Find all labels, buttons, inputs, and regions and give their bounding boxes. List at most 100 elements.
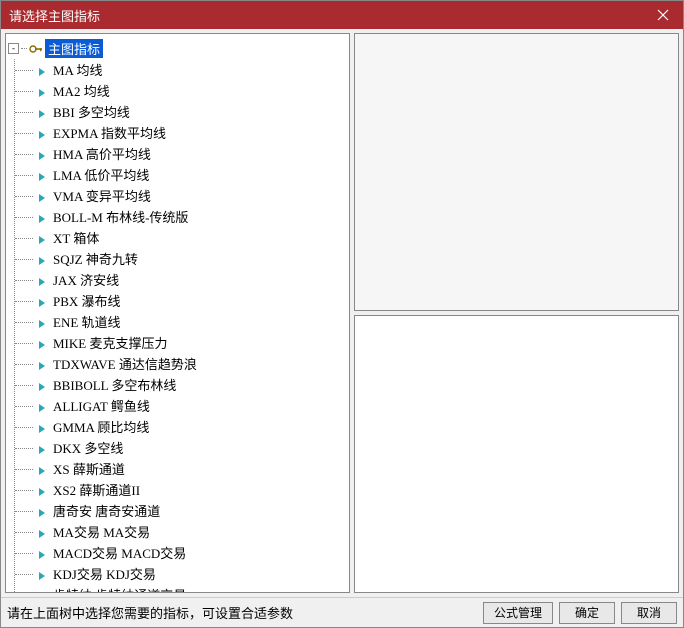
tree-branch: [15, 212, 37, 222]
tree-item-label: XT 箱体: [51, 228, 101, 247]
tree-item[interactable]: TDXWAVE 通达信趋势浪: [15, 353, 347, 374]
leaf-icon: [37, 107, 47, 117]
tree-item-label: MA交易 MA交易: [51, 522, 152, 541]
tree-item-label: BOLL-M 布林线-传统版: [51, 207, 190, 226]
tree-branch: [15, 170, 37, 180]
tree-item[interactable]: HMA 高价平均线: [15, 143, 347, 164]
footer-hint: 请在上面树中选择您需要的指标，可设置合适参数: [7, 603, 477, 622]
leaf-icon: [37, 128, 47, 138]
tree-branch: [15, 65, 37, 75]
tree-branch: [15, 506, 37, 516]
tree-item-label: ENE 轨道线: [51, 312, 123, 331]
leaf-icon: [37, 359, 47, 369]
main-area: - 主图指标 MA 均线 MA2 均线 BBI 多空均线EXPMA 指数平均线HMA…: [1, 29, 683, 597]
leaf-icon: [37, 191, 47, 201]
tree-item[interactable]: XT 箱体: [15, 227, 347, 248]
title-bar: 请选择主图指标: [1, 1, 683, 29]
tree-item-label: TDXWAVE 通达信趋势浪: [51, 354, 199, 373]
tree-item[interactable]: XS2 薛斯通道II: [15, 479, 347, 500]
tree-item-label: MA 均线: [51, 60, 104, 79]
tree-item-label: BBI 多空均线: [51, 102, 132, 121]
tree-item-label: DKX 多空线: [51, 438, 125, 457]
tree-branch: [15, 359, 37, 369]
tree-item[interactable]: 肯特纳 肯特纳通道交易: [15, 584, 347, 593]
tree-item[interactable]: ENE 轨道线: [15, 311, 347, 332]
tree-item[interactable]: MA交易 MA交易: [15, 521, 347, 542]
tree-item-label: SQJZ 神奇九转: [51, 249, 140, 268]
tree-item-label: PBX 瀑布线: [51, 291, 123, 310]
tree-branch: [15, 86, 37, 96]
tree-item[interactable]: PBX 瀑布线: [15, 290, 347, 311]
tree-item[interactable]: 唐奇安 唐奇安通道: [15, 500, 347, 521]
tree-item[interactable]: ALLIGAT 鳄鱼线: [15, 395, 347, 416]
params-pane: [354, 315, 679, 593]
cancel-button[interactable]: 取消: [621, 602, 677, 624]
leaf-icon: [37, 86, 47, 96]
tree-children: MA 均线 MA2 均线 BBI 多空均线EXPMA 指数平均线HMA 高价平均线L…: [14, 59, 347, 593]
leaf-icon: [37, 422, 47, 432]
tree-item-label: XS 薛斯通道: [51, 459, 127, 478]
leaf-icon: [37, 548, 47, 558]
leaf-icon: [37, 212, 47, 222]
tree-item[interactable]: VMA 变异平均线: [15, 185, 347, 206]
tree-item[interactable]: XS 薛斯通道: [15, 458, 347, 479]
tree-item-label: MA2 均线: [51, 81, 112, 100]
tree-item[interactable]: BBI 多空均线: [15, 101, 347, 122]
collapse-icon[interactable]: -: [8, 43, 19, 54]
close-button[interactable]: [643, 1, 683, 29]
tree-item-label: GMMA 顾比均线: [51, 417, 151, 436]
leaf-icon: [37, 254, 47, 264]
tree-root-label[interactable]: 主图指标: [45, 39, 103, 58]
tree-item[interactable]: EXPMA 指数平均线: [15, 122, 347, 143]
formula-manage-button[interactable]: 公式管理: [483, 602, 553, 624]
tree-branch: [15, 128, 37, 138]
tree-item-label: MIKE 麦克支撑压力: [51, 333, 169, 352]
leaf-icon: [37, 65, 47, 75]
tree-item[interactable]: MA2 均线: [15, 80, 347, 101]
tree-item[interactable]: MACD交易 MACD交易: [15, 542, 347, 563]
tree-item-label: BBIBOLL 多空布林线: [51, 375, 178, 394]
tree-item[interactable]: MIKE 麦克支撑压力: [15, 332, 347, 353]
tree-item[interactable]: MA 均线: [15, 59, 347, 80]
tree-branch: [15, 275, 37, 285]
tree-item[interactable]: BOLL-M 布林线-传统版: [15, 206, 347, 227]
leaf-icon: [37, 338, 47, 348]
tree-branch: [15, 569, 37, 579]
tree-branch: [15, 149, 37, 159]
tree-item[interactable]: JAX 济安线: [15, 269, 347, 290]
leaf-icon: [37, 401, 47, 411]
tree-item-label: LMA 低价平均线: [51, 165, 151, 184]
ok-button[interactable]: 确定: [559, 602, 615, 624]
leaf-icon: [37, 527, 47, 537]
tree-connector: [21, 48, 27, 49]
tree-item[interactable]: GMMA 顾比均线: [15, 416, 347, 437]
footer-bar: 请在上面树中选择您需要的指标，可设置合适参数 公式管理 确定 取消: [1, 597, 683, 627]
tree-branch: [15, 527, 37, 537]
tree-item[interactable]: KDJ交易 KDJ交易: [15, 563, 347, 584]
tree-item[interactable]: LMA 低价平均线: [15, 164, 347, 185]
key-icon: [29, 44, 43, 54]
leaf-icon: [37, 380, 47, 390]
tree-item-label: 肯特纳 肯特纳通道交易: [51, 585, 188, 593]
indicator-tree: - 主图指标 MA 均线 MA2 均线 BBI 多空均线EXPMA 指数平均线HMA…: [6, 34, 349, 593]
tree-pane[interactable]: - 主图指标 MA 均线 MA2 均线 BBI 多空均线EXPMA 指数平均线HMA…: [5, 33, 350, 593]
leaf-icon: [37, 569, 47, 579]
right-column: [354, 33, 679, 593]
tree-item-label: ALLIGAT 鳄鱼线: [51, 396, 152, 415]
tree-branch: [15, 590, 37, 594]
tree-item[interactable]: SQJZ 神奇九转: [15, 248, 347, 269]
tree-item[interactable]: DKX 多空线: [15, 437, 347, 458]
tree-branch: [15, 317, 37, 327]
tree-branch: [15, 401, 37, 411]
preview-pane: [354, 33, 679, 311]
tree-branch: [15, 296, 37, 306]
tree-branch: [15, 464, 37, 474]
leaf-icon: [37, 485, 47, 495]
tree-item-label: MACD交易 MACD交易: [51, 543, 188, 562]
tree-root[interactable]: - 主图指标: [8, 38, 347, 59]
leaf-icon: [37, 296, 47, 306]
leaf-icon: [37, 590, 47, 594]
tree-branch: [15, 548, 37, 558]
tree-item-label: VMA 变异平均线: [51, 186, 153, 205]
tree-item[interactable]: BBIBOLL 多空布林线: [15, 374, 347, 395]
